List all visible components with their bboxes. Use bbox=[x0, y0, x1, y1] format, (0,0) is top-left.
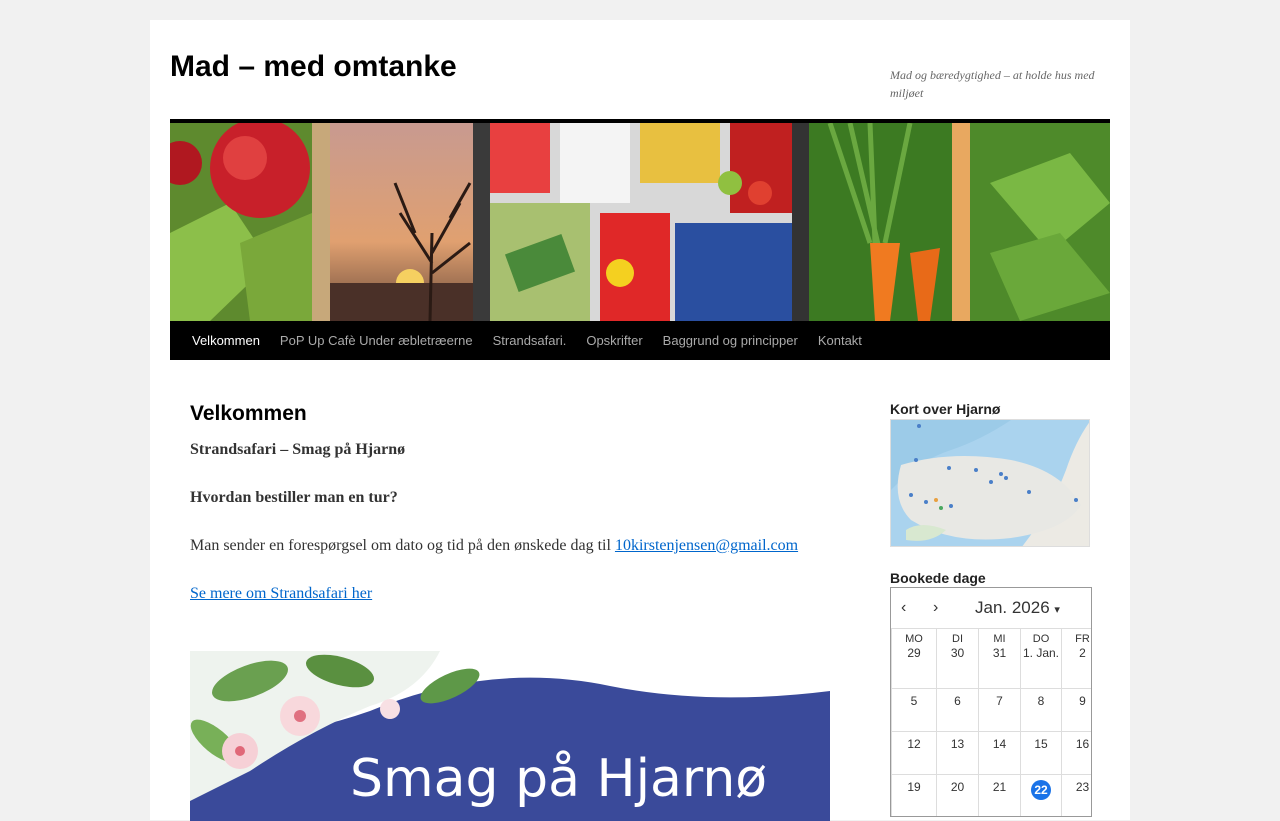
calendar-day[interactable]: 21 bbox=[978, 774, 1020, 816]
map-widget-title: Kort over Hjarnø bbox=[890, 401, 1001, 417]
calendar-day[interactable]: 9 bbox=[1061, 688, 1091, 731]
calendar-month-selector[interactable]: Jan. 2026 ▾ bbox=[975, 598, 1060, 618]
calendar-day[interactable]: 7 bbox=[978, 688, 1020, 731]
calendar-day[interactable]: 20 bbox=[936, 774, 978, 816]
content-subtitle: Strandsafari – Smag på Hjarnø bbox=[190, 441, 406, 458]
calendar-day[interactable]: MI 31 bbox=[978, 628, 1020, 688]
chevron-left-icon[interactable]: ‹ bbox=[901, 599, 933, 617]
site-title[interactable]: Mad – med omtanke bbox=[170, 50, 457, 84]
calendar-day[interactable]: FR 2 bbox=[1061, 628, 1091, 688]
calendar-widget-title: Bookede dage bbox=[890, 570, 986, 586]
calendar-day[interactable]: 8 bbox=[1020, 688, 1061, 731]
main-navigation: Velkommen PoP Up Cafè Under æbletræerne … bbox=[170, 321, 1110, 360]
calendar-header: ‹ › Jan. 2026 ▾ bbox=[891, 588, 1091, 628]
page-title: Velkommen bbox=[190, 402, 307, 425]
calendar-day[interactable]: 12 bbox=[891, 731, 936, 774]
strandsafari-link[interactable]: Se mere om Strandsafari her bbox=[190, 585, 372, 602]
calendar-day[interactable]: 19 bbox=[891, 774, 936, 816]
calendar-day[interactable]: MO 29 bbox=[891, 628, 936, 688]
nav-item-opskrifter[interactable]: Opskrifter bbox=[576, 321, 652, 360]
calendar-day[interactable]: 15 bbox=[1020, 731, 1061, 774]
calendar-day[interactable]: 13 bbox=[936, 731, 978, 774]
main-content: Velkommen Strandsafari – Smag på Hjarnø … bbox=[190, 400, 830, 821]
calendar-day-today[interactable]: 22 bbox=[1020, 774, 1061, 816]
calendar-day[interactable]: DI 30 bbox=[936, 628, 978, 688]
page-wrapper: Mad – med omtanke Mad og bæredygtighed –… bbox=[150, 20, 1130, 821]
calendar-grid: MO 29 DI 30 MI 31 DO 1. Jan. FR 2 5 6 7 8 9 1… bbox=[891, 628, 1091, 816]
calendar-day[interactable]: 6 bbox=[936, 688, 978, 731]
site-description: Mad og bæredygtighed – at holde hus med … bbox=[890, 68, 1095, 100]
calendar-day[interactable]: DO 1. Jan. bbox=[1020, 628, 1061, 688]
content-body: Man sender en forespørgsel om dato og ti… bbox=[190, 537, 799, 554]
hjarno-map[interactable] bbox=[890, 419, 1090, 547]
header-image bbox=[170, 119, 1110, 321]
calendar-day[interactable]: 16 bbox=[1061, 731, 1091, 774]
more-paragraph: Se mere om Strandsafari her bbox=[190, 582, 830, 606]
sidebar: Kort over Hjarnø Bookede dage ‹ › Jan. 2… bbox=[890, 400, 1110, 817]
banner-image: Smag på Hjarnø bbox=[190, 651, 830, 821]
calendar-day[interactable]: 23 bbox=[1061, 774, 1091, 816]
booking-calendar: ‹ › Jan. 2026 ▾ MO 29 DI 30 MI 31 DO 1. Jan.… bbox=[890, 587, 1092, 817]
nav-item-baggrund[interactable]: Baggrund og principper bbox=[653, 321, 808, 360]
nav-item-kontakt[interactable]: Kontakt bbox=[808, 321, 872, 360]
content-question: Hvordan bestiller man en tur? bbox=[190, 489, 398, 506]
chevron-right-icon[interactable]: › bbox=[933, 599, 965, 617]
nav-item-velkommen[interactable]: Velkommen bbox=[182, 321, 270, 360]
caret-down-icon: ▾ bbox=[1054, 604, 1060, 616]
calendar-day[interactable]: 5 bbox=[891, 688, 936, 731]
nav-item-strandsafari[interactable]: Strandsafari. bbox=[483, 321, 577, 360]
email-link[interactable]: 10kirstenjensen@gmail.com bbox=[615, 537, 798, 554]
calendar-day[interactable]: 14 bbox=[978, 731, 1020, 774]
nav-item-popup-cafe[interactable]: PoP Up Cafè Under æbletræerne bbox=[270, 321, 483, 360]
banner-text: Smag på Hjarnø bbox=[350, 749, 767, 809]
